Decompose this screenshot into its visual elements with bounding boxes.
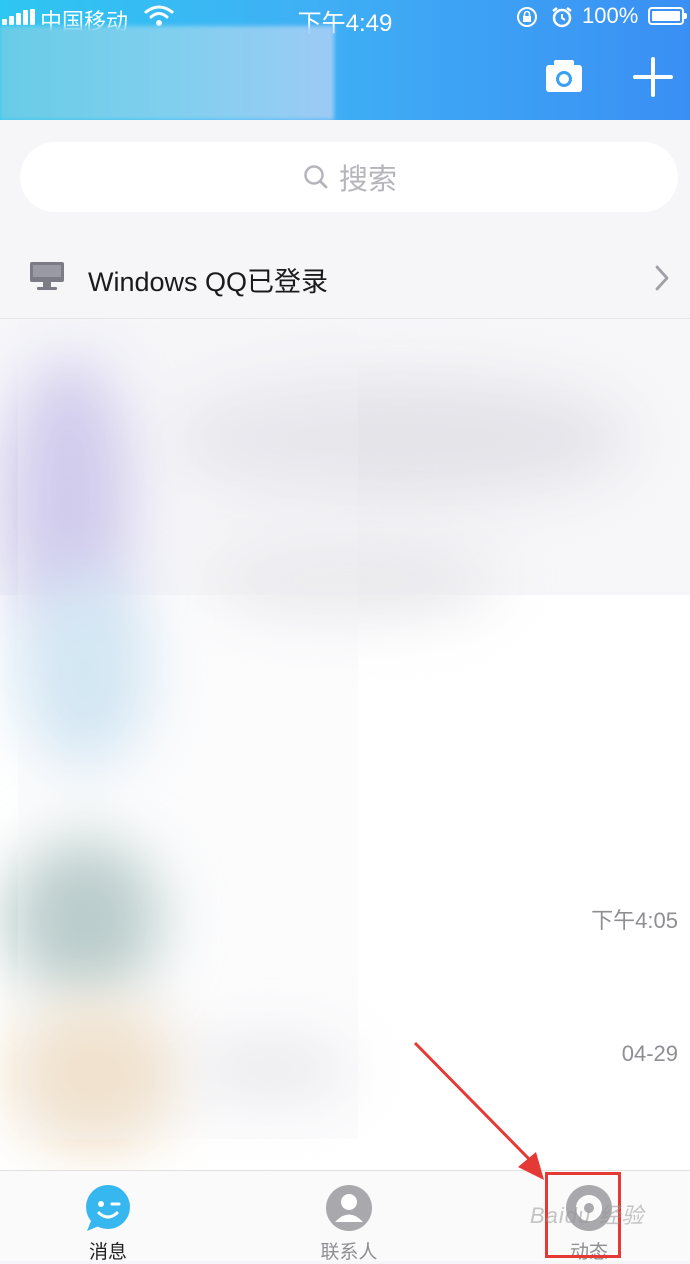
search-section: 搜索	[0, 120, 690, 232]
search-input[interactable]: 搜索	[20, 142, 678, 212]
message-list[interactable]: 下午4:05 04-29	[0, 319, 690, 1170]
search-icon	[304, 165, 328, 189]
camera-icon[interactable]	[544, 58, 584, 94]
search-placeholder: 搜索	[338, 164, 397, 196]
tab-messages[interactable]: 消息	[48, 1171, 168, 1263]
computer-icon	[30, 262, 64, 290]
blurred-content	[18, 321, 358, 1139]
battery-icon	[648, 7, 687, 25]
pc-login-banner[interactable]: Windows QQ已登录	[0, 232, 690, 319]
alarm-icon	[552, 7, 572, 28]
message-time: 04-29	[621, 1041, 678, 1066]
message-time: 下午4:05	[591, 908, 678, 933]
tab-contacts[interactable]: 联系人	[289, 1171, 409, 1263]
pc-login-label: Windows QQ已登录	[88, 267, 329, 297]
avatar[interactable]	[0, 26, 334, 120]
watermark: Baidu 经验	[530, 1203, 645, 1228]
chevron-right-icon	[655, 265, 669, 291]
contacts-icon	[326, 1185, 372, 1231]
top-header: 中国移动 下午4:49 100%	[0, 0, 690, 120]
add-icon[interactable]	[632, 56, 674, 98]
messages-icon	[86, 1185, 130, 1231]
battery-percent: 100%	[582, 3, 639, 28]
rotation-lock-icon	[517, 7, 537, 27]
